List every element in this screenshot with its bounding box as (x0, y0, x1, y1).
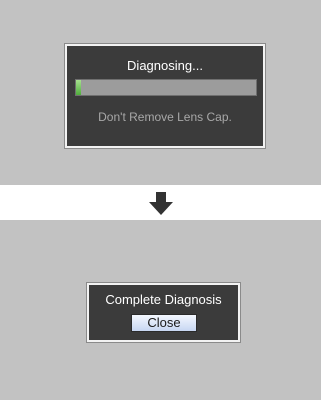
diagnosis-progress-bar (75, 79, 257, 96)
down-arrow-icon (149, 192, 173, 215)
lens-cap-warning: Don't Remove Lens Cap. (98, 110, 232, 124)
close-button[interactable]: Close (131, 314, 197, 332)
diagnosing-dialog: Diagnosing... Don't Remove Lens Cap. (65, 44, 265, 148)
screen-diagnosing: Diagnosing... Don't Remove Lens Cap. (0, 0, 321, 185)
complete-dialog: Complete Diagnosis Close (87, 283, 240, 342)
diagnosis-progress-fill (76, 80, 82, 95)
diagnosing-title: Diagnosing... (127, 58, 203, 73)
screen-diagnosis-complete: Complete Diagnosis Close (0, 220, 321, 400)
complete-title: Complete Diagnosis (105, 292, 222, 307)
